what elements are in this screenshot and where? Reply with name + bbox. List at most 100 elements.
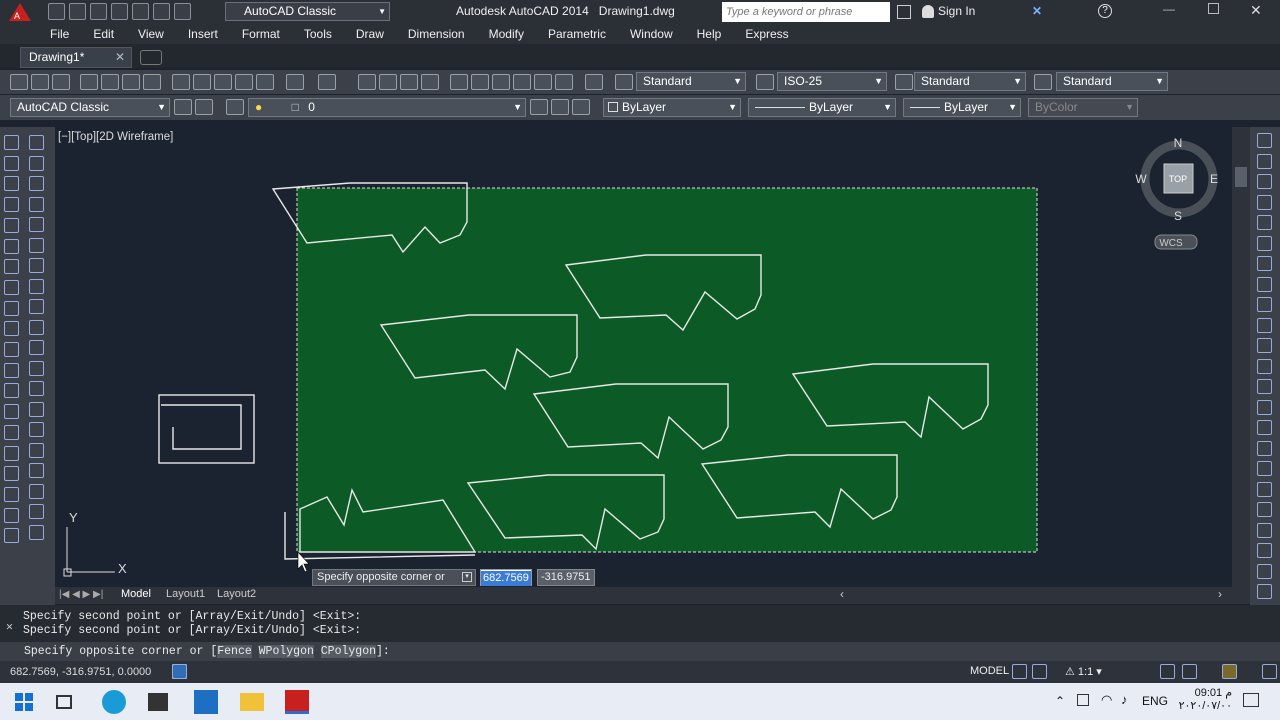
tab-layout1[interactable]: Layout1 <box>166 588 205 600</box>
close-button[interactable]: ✕ <box>1250 2 1262 19</box>
new-icon[interactable] <box>10 74 28 90</box>
x-coordinate-input[interactable]: 682.7569 <box>480 569 532 586</box>
viewcube-face-label[interactable]: TOP <box>1169 174 1187 184</box>
plot-icon[interactable] <box>80 74 98 90</box>
compass-south[interactable]: S <box>1174 209 1182 223</box>
copy-icon[interactable] <box>29 155 44 171</box>
hatch-icon[interactable] <box>4 424 19 440</box>
diameter-icon[interactable] <box>1257 256 1272 271</box>
clean-screen-icon[interactable] <box>1262 664 1277 679</box>
menu-dimension[interactable]: Dimension <box>396 27 477 41</box>
quick-view-layouts-icon[interactable] <box>1012 664 1027 679</box>
explode-icon[interactable] <box>29 483 44 499</box>
viewport-controls-label[interactable]: [−][Top][2D Wireframe] <box>58 131 173 143</box>
redo-icon[interactable] <box>318 74 336 90</box>
polygon-icon[interactable] <box>4 197 19 213</box>
dimension-style-dropdown[interactable]: ISO-25 ▼ <box>777 72 887 91</box>
3d-print-icon[interactable] <box>143 74 161 90</box>
help-icon[interactable]: ? <box>1098 4 1112 18</box>
blend-icon[interactable] <box>29 463 44 478</box>
tool-palettes-icon[interactable] <box>492 74 510 90</box>
multileader-style-dropdown[interactable]: Standard ▼ <box>1056 72 1168 91</box>
zoom-window-icon[interactable] <box>400 74 418 90</box>
tolerance-icon[interactable] <box>1257 399 1272 415</box>
save-icon[interactable] <box>52 74 70 90</box>
add-selected-icon[interactable] <box>4 528 19 544</box>
menu-parametric[interactable]: Parametric <box>536 27 618 41</box>
point-icon[interactable] <box>4 404 19 420</box>
dim-break-icon[interactable] <box>1257 379 1272 394</box>
pan-icon[interactable] <box>358 74 376 90</box>
chamfer-icon[interactable] <box>29 422 44 437</box>
drawing-canvas[interactable]: Y X TOP N S E W WCS [−][Top][2D Wirefram… <box>55 127 1250 587</box>
table-style-dropdown[interactable]: Standard ▼ <box>914 72 1026 91</box>
menu-tools[interactable]: Tools <box>292 27 344 41</box>
radius-icon[interactable] <box>1257 215 1272 230</box>
ellipse-arc-icon[interactable] <box>4 342 19 357</box>
vertical-scrollbar[interactable] <box>1232 127 1250 587</box>
autocad-taskbar-icon[interactable] <box>285 690 309 714</box>
tab-layout2[interactable]: Layout2 <box>217 588 256 600</box>
quick-view-drawings-icon[interactable] <box>1032 664 1047 679</box>
command-input[interactable]: Specify opposite corner or [Fence WPolyg… <box>0 642 1280 661</box>
options-arrow-icon[interactable]: ▾ <box>462 572 472 582</box>
erase-icon[interactable] <box>29 135 44 150</box>
maximize-button[interactable] <box>1208 3 1219 14</box>
center-mark-icon[interactable] <box>1257 420 1272 435</box>
compass-north[interactable]: N <box>1174 136 1183 150</box>
volume-icon[interactable]: ♪ <box>1121 692 1128 707</box>
menu-draw[interactable]: Draw <box>344 27 396 41</box>
menu-view[interactable]: View <box>126 27 176 41</box>
trim-icon[interactable] <box>29 319 44 335</box>
paste-icon[interactable] <box>214 74 232 90</box>
application-menu-button[interactable]: A <box>0 0 40 24</box>
file-explorer-icon[interactable] <box>240 693 264 711</box>
layer-state-icon[interactable] <box>572 99 590 115</box>
mirror-icon[interactable] <box>29 176 44 191</box>
circle-icon[interactable] <box>4 259 19 275</box>
search-input[interactable]: Type a keyword or phrase <box>722 2 890 22</box>
region-icon[interactable] <box>4 466 19 482</box>
quickcalc-icon[interactable] <box>555 74 573 90</box>
make-block-icon[interactable] <box>4 383 19 399</box>
tab-drawing1[interactable]: Drawing1* ✕ <box>20 47 132 68</box>
aligned-dim-icon[interactable] <box>1257 153 1272 169</box>
plot-preview-icon[interactable] <box>101 74 119 90</box>
layer-dropdown[interactable]: ● □ 0 ▼ <box>248 98 526 117</box>
design-center-icon[interactable] <box>471 74 489 90</box>
revision-cloud-icon[interactable] <box>4 279 19 295</box>
markup-icon[interactable] <box>534 74 552 90</box>
undo-icon[interactable] <box>153 3 170 20</box>
ellipse-icon[interactable] <box>4 321 19 337</box>
clock[interactable]: 09:01 م ٢٠٢٠/٠٧/٠٠ <box>1170 686 1232 712</box>
scroll-right-icon[interactable]: › <box>1218 587 1222 601</box>
construction-line-icon[interactable] <box>4 155 19 171</box>
extend-icon[interactable] <box>29 340 44 355</box>
save-as-icon[interactable] <box>111 3 128 20</box>
lineweight-dropdown[interactable]: ByLayer ▼ <box>903 98 1021 117</box>
open-icon[interactable] <box>31 74 49 90</box>
coordinates-readout[interactable]: 682.7569, -316.9751, 0.0000 <box>10 666 151 678</box>
offset-icon[interactable] <box>29 196 44 212</box>
save-icon[interactable] <box>90 3 107 20</box>
binoculars-icon[interactable] <box>897 5 911 19</box>
y-coordinate-input[interactable]: -316.9751 <box>537 569 595 586</box>
lightbulb-icon[interactable] <box>1222 664 1237 679</box>
fillet-icon[interactable] <box>29 442 44 458</box>
quick-properties-icon[interactable] <box>172 664 187 679</box>
jogged-linear-icon[interactable] <box>1257 461 1272 476</box>
language-indicator[interactable]: ENG <box>1142 694 1168 708</box>
table-style-icon[interactable] <box>895 74 913 90</box>
match-properties-icon[interactable] <box>235 74 253 90</box>
layer-previous-icon[interactable] <box>551 99 569 115</box>
open-icon[interactable] <box>69 3 86 20</box>
linear-dim-icon[interactable] <box>1257 133 1272 148</box>
dim-style-icon[interactable] <box>1257 543 1272 558</box>
scroll-left-icon[interactable]: ‹ <box>840 587 844 601</box>
workspace-settings-icon[interactable] <box>174 99 192 115</box>
mail-icon[interactable] <box>194 690 218 714</box>
zoom-realtime-icon[interactable] <box>379 74 397 90</box>
layer-properties-icon[interactable] <box>226 99 244 115</box>
multileader-style-icon[interactable] <box>1034 74 1052 90</box>
store-icon[interactable] <box>148 693 168 711</box>
